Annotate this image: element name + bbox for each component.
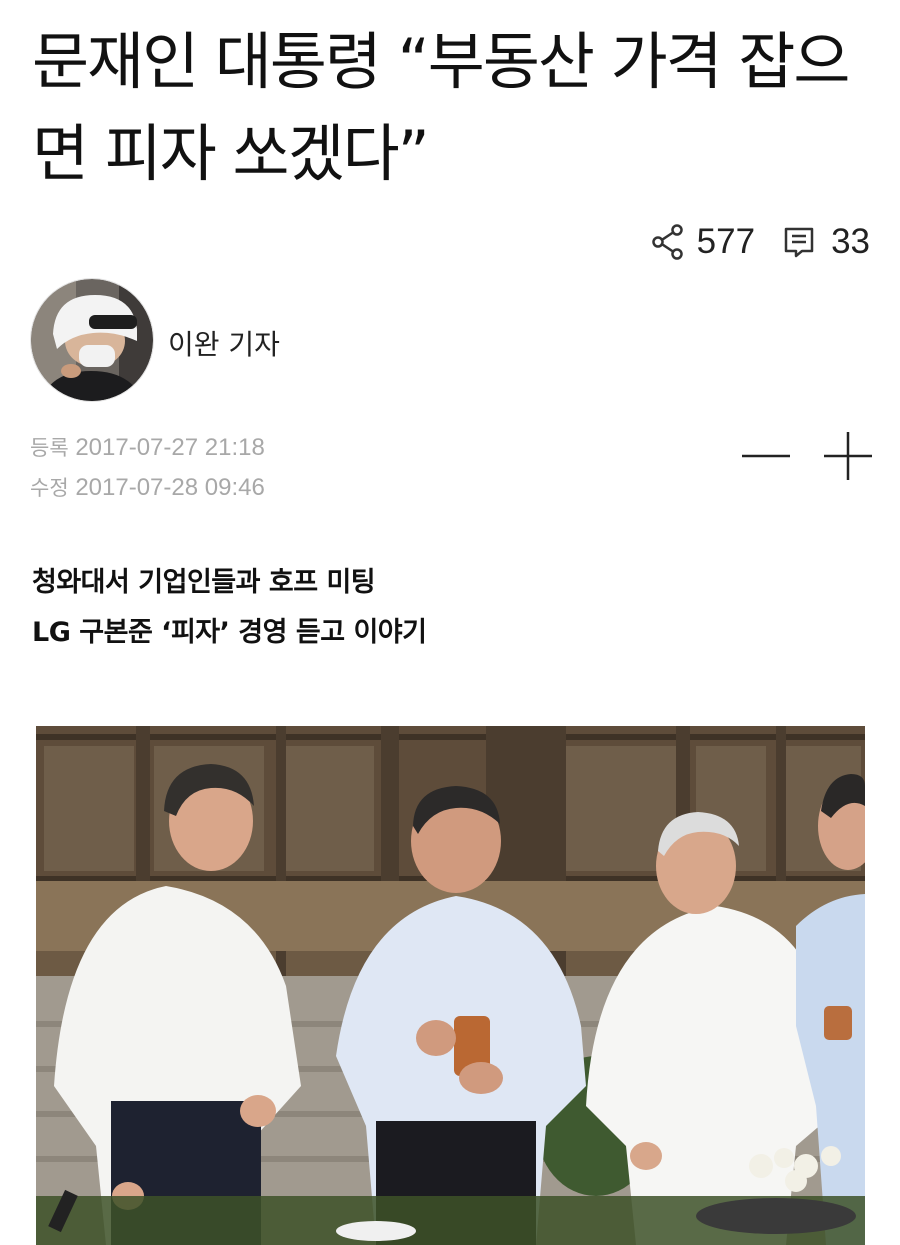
plus-icon (824, 432, 872, 480)
modified-time: 2017-07-28 09:46 (75, 474, 265, 501)
article-stats: 577 33 (651, 222, 870, 262)
font-size-controls (740, 430, 874, 486)
registered-label: 등록 (30, 436, 69, 460)
article-subheads: 청와대서 기업인들과 호프 미팅 LG 구본준 ‘피자’ 경영 듣고 이야기 (32, 558, 427, 658)
comment-count: 33 (831, 222, 870, 261)
article-photo (36, 726, 865, 1245)
subhead-line: 청와대서 기업인들과 호프 미팅 (32, 567, 376, 598)
modified-label: 수정 (30, 476, 69, 500)
share-icon (651, 224, 683, 260)
font-decrease-button[interactable] (740, 430, 792, 486)
registered-time: 2017-07-27 21:18 (75, 434, 265, 461)
article-dates: 등록 2017-07-27 21:18 수정 2017-07-28 09:46 (30, 428, 265, 508)
author-avatar[interactable] (30, 278, 154, 402)
minus-icon (742, 454, 790, 458)
comments-button[interactable]: 33 (783, 222, 870, 262)
registered-date: 등록 2017-07-27 21:18 (30, 428, 265, 468)
modified-date: 수정 2017-07-28 09:46 (30, 468, 265, 508)
comment-icon (784, 227, 814, 258)
share-button[interactable]: 577 (651, 222, 755, 262)
author-block[interactable]: 이완 기자 (30, 278, 280, 402)
article-headline: 문재인 대통령 “부동산 가격 잡으면 피자 쏘겠다” (32, 25, 850, 190)
subhead-line: LG 구본준 ‘피자’ 경영 듣고 이야기 (32, 617, 427, 648)
share-count: 577 (696, 222, 756, 261)
author-name[interactable]: 이완 기자 (168, 323, 280, 363)
font-increase-button[interactable] (822, 430, 874, 486)
